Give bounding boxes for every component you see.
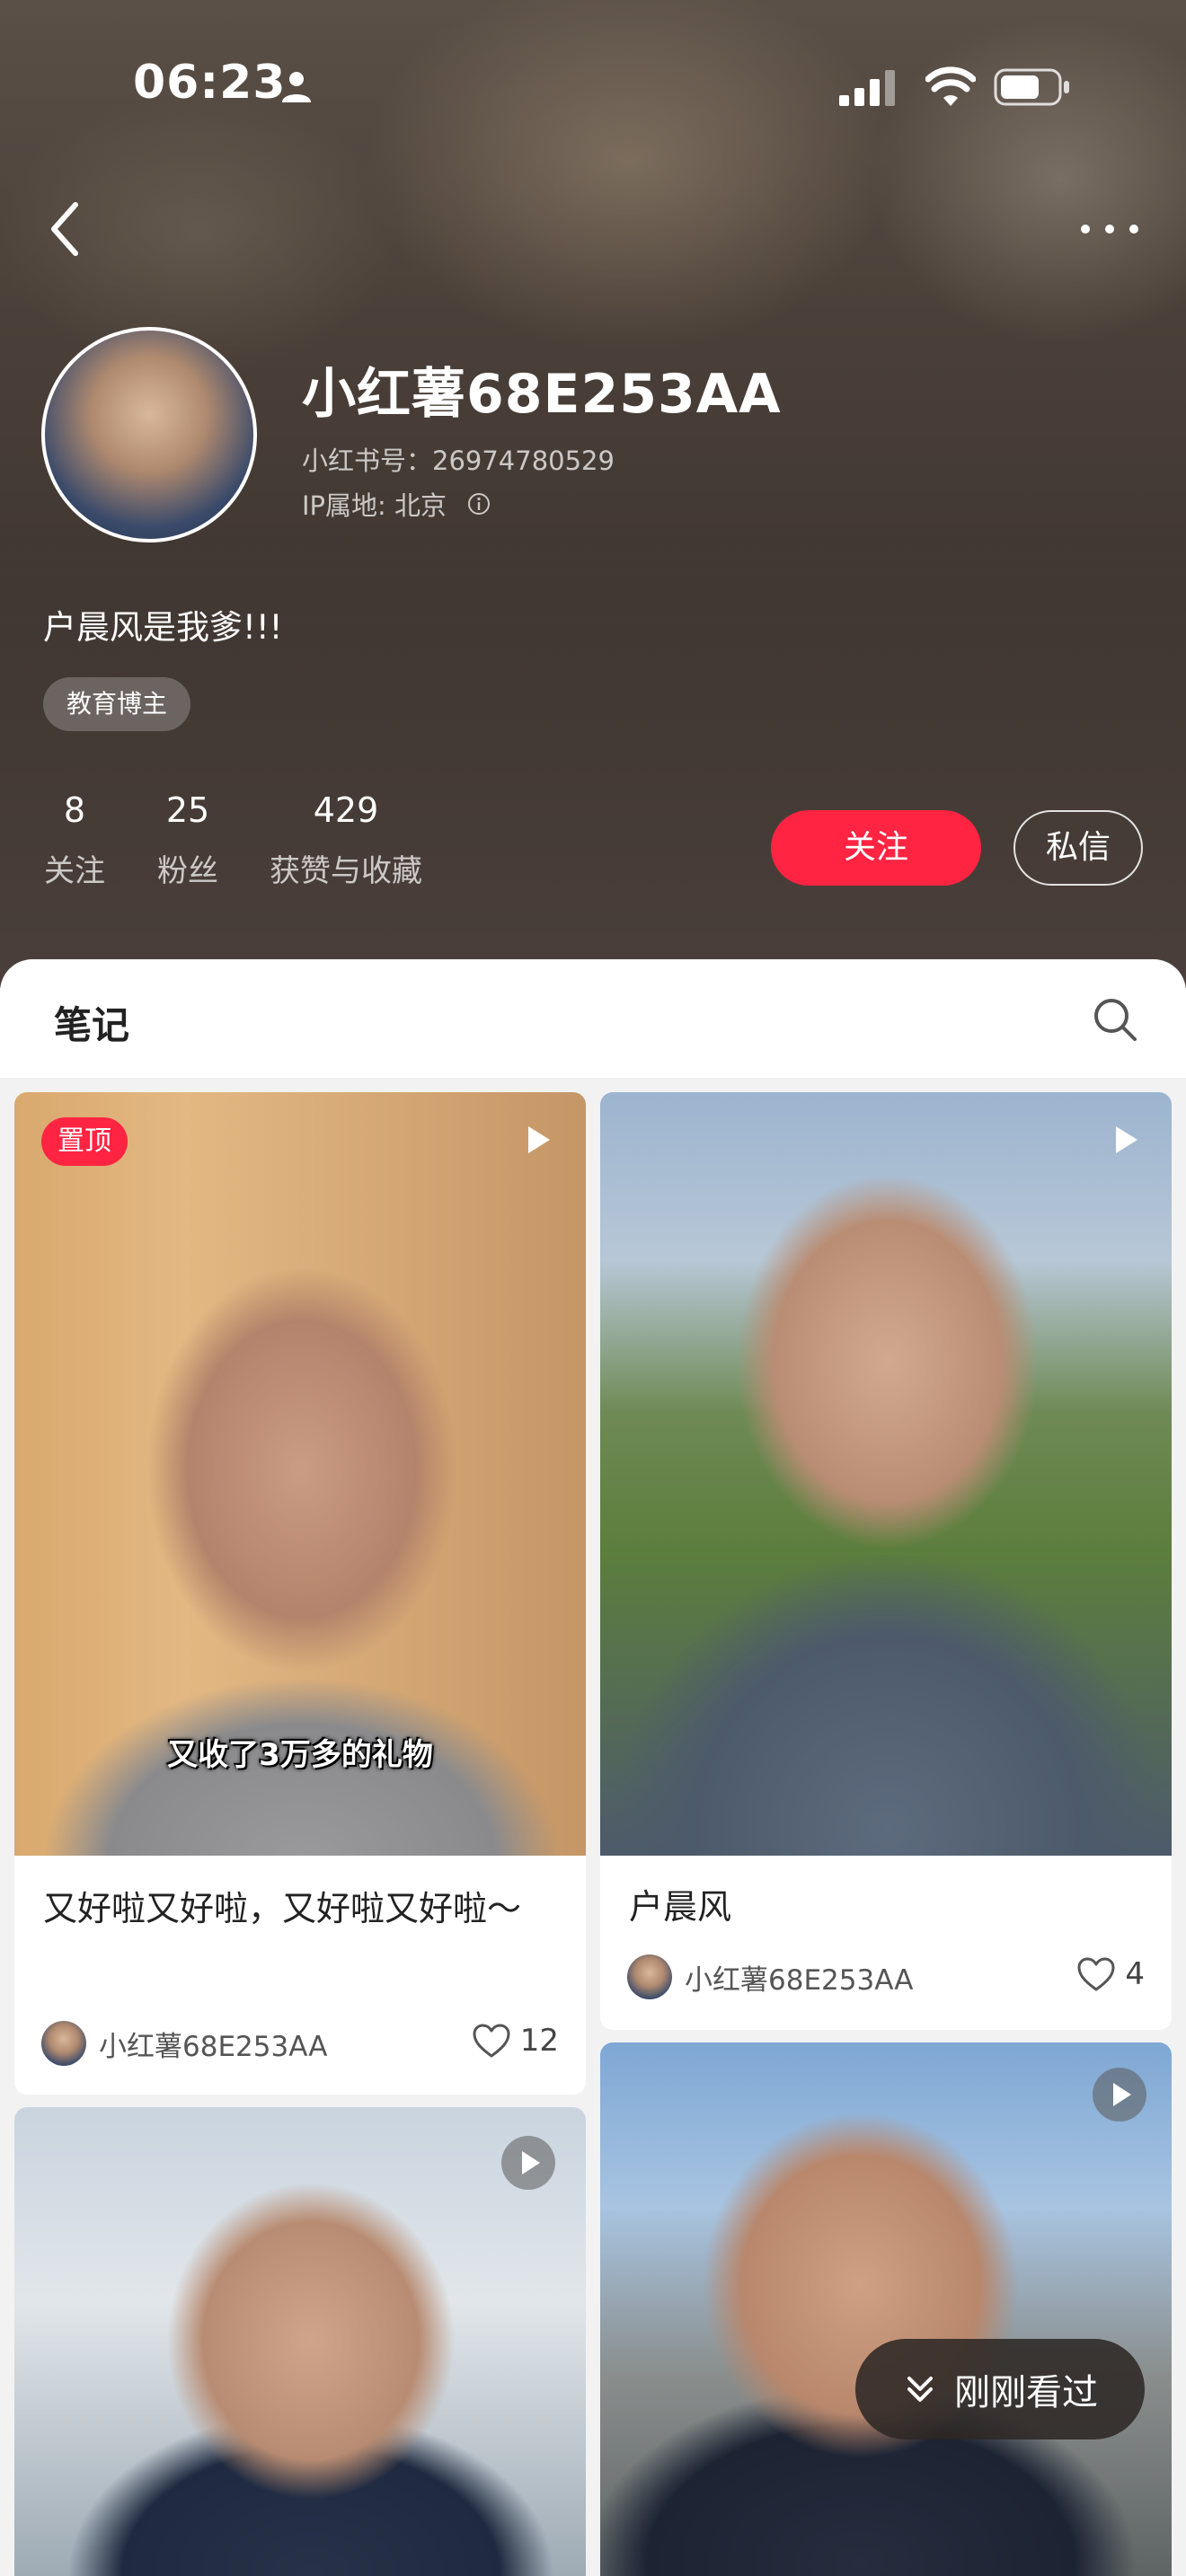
- wifi-icon: [925, 66, 976, 106]
- author-avatar: [41, 2021, 86, 2066]
- note-thumbnail: [600, 1092, 1172, 1856]
- profile-header: 06:23 小红薯68E253AA 小红书号：26974780529 IP属地:…: [0, 0, 1186, 988]
- battery-icon: [994, 68, 1069, 106]
- ip-location: IP属地: 北京: [302, 485, 491, 523]
- pinned-badge: 置顶: [41, 1117, 128, 1166]
- like-button[interactable]: 4: [1076, 1956, 1145, 1992]
- ip-location-text: IP属地: 北京: [302, 490, 447, 521]
- heart-icon: [473, 2024, 510, 2058]
- signal-icon: [839, 70, 895, 106]
- author-name: 小红薯68E253AA: [685, 1963, 914, 1997]
- note-author[interactable]: 小红薯68E253AA: [41, 2021, 327, 2066]
- note-title: 户晨风: [629, 1887, 732, 1927]
- stat-fans[interactable]: 25 粉丝: [149, 790, 226, 890]
- heart-icon: [1077, 1957, 1115, 1991]
- back-button[interactable]: [45, 199, 86, 259]
- tab-notes[interactable]: 笔记: [54, 995, 129, 1050]
- person-icon: [282, 72, 311, 102]
- info-icon[interactable]: [466, 491, 491, 516]
- stat-following-number: 8: [63, 790, 86, 830]
- author-avatar: [627, 1954, 672, 1999]
- recently-viewed-label: 刚刚看过: [954, 2372, 1098, 2413]
- stat-likes-number: 429: [313, 790, 379, 830]
- author-name: 小红薯68E253AA: [99, 2030, 328, 2063]
- more-button[interactable]: [1076, 216, 1143, 243]
- play-icon: [1116, 1126, 1137, 1153]
- note-title: 又好啦又好啦，又好啦又好啦～: [43, 1889, 522, 1928]
- video-caption: 又收了3万多的礼物: [167, 1737, 433, 1773]
- note-card[interactable]: 户晨风 小红薯68E253AA 4: [600, 1092, 1172, 2030]
- follow-button[interactable]: 关注: [771, 810, 981, 886]
- note-author[interactable]: 小红薯68E253AA: [627, 1954, 913, 1999]
- stat-fans-number: 25: [165, 790, 210, 830]
- like-count: 4: [1125, 1956, 1145, 1992]
- like-button[interactable]: 12: [472, 2023, 559, 2059]
- note-card[interactable]: [600, 2042, 1172, 2576]
- notes-tabbar: 笔记: [0, 959, 1186, 1078]
- stat-following[interactable]: 8 关注: [36, 790, 113, 890]
- note-thumbnail: [600, 2042, 1172, 2576]
- bio: 户晨风是我爹!!!: [43, 608, 283, 647]
- message-button[interactable]: 私信: [1013, 810, 1143, 886]
- stat-likes-label: 获赞与收藏: [270, 853, 422, 889]
- note-card[interactable]: [14, 2107, 586, 2576]
- play-icon: [501, 2136, 555, 2190]
- stat-fans-label: 粉丝: [157, 853, 218, 889]
- username: 小红薯68E253AA: [302, 363, 782, 426]
- double-chevron-down-icon: [907, 2377, 933, 2402]
- play-icon: [528, 1126, 550, 1153]
- avatar[interactable]: [41, 327, 257, 543]
- play-icon: [1093, 2068, 1146, 2122]
- recently-viewed-button[interactable]: 刚刚看过: [855, 2339, 1145, 2439]
- like-count: 12: [519, 2023, 559, 2059]
- stat-following-label: 关注: [44, 853, 105, 889]
- profile-tag: 教育博主: [43, 677, 191, 731]
- redbook-id: 小红书号：26974780529: [302, 446, 615, 476]
- stat-likes[interactable]: 429 获赞与收藏: [261, 790, 431, 890]
- note-card[interactable]: 置顶 又收了3万多的礼物 又好啦又好啦，又好啦又好啦～ 小红薯68E253AA …: [14, 1092, 586, 2095]
- status-time: 06:23: [133, 56, 287, 110]
- search-icon[interactable]: [1091, 995, 1139, 1044]
